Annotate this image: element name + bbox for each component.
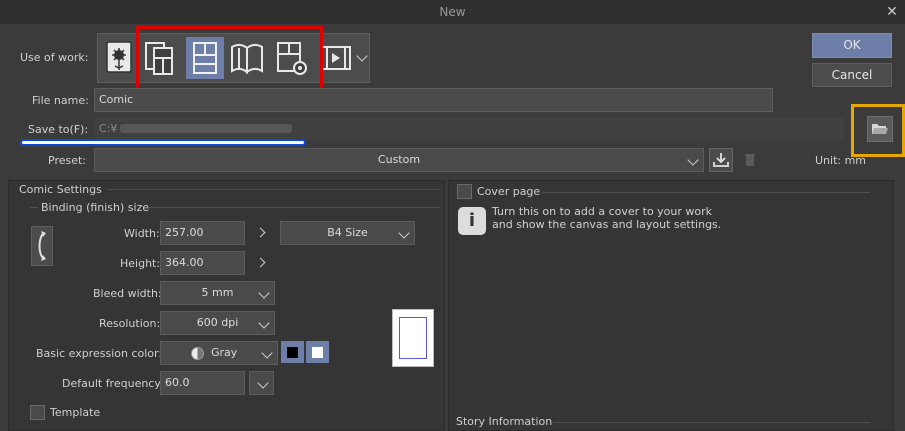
page-preview — [392, 309, 434, 367]
save-to-label: Save to(F): — [28, 123, 89, 136]
resolution-dropdown[interactable]: 600 dpi — [160, 311, 275, 335]
bleed-width-label: Bleed width: — [93, 287, 162, 300]
comic-settings-title: Comic Settings — [19, 183, 102, 196]
expression-color-value: Gray — [211, 346, 238, 359]
section-divider — [542, 192, 870, 193]
info-icon: i — [458, 207, 486, 235]
width-label: Width: — [124, 227, 160, 240]
page-preview-frame — [399, 317, 427, 359]
frequency-dropdown[interactable] — [249, 371, 274, 395]
cover-page-checkbox[interactable] — [457, 184, 472, 199]
highlight-underline-blue — [20, 139, 306, 146]
subsection-divider — [148, 207, 440, 208]
animation-use-button[interactable] — [318, 37, 354, 79]
open-folder-icon — [872, 124, 888, 134]
white-color-button[interactable] — [306, 341, 329, 363]
use-of-work-dropdown[interactable] — [354, 33, 370, 83]
file-name-input[interactable]: Comic — [94, 88, 773, 112]
use-of-work-label: Use of work: — [20, 51, 89, 64]
save-preset-button[interactable] — [709, 148, 733, 172]
illustration-icon — [106, 41, 132, 73]
delete-preset-button[interactable] — [739, 148, 761, 172]
ok-button[interactable]: OK — [812, 33, 892, 58]
size-preset-dropdown[interactable]: B4 Size — [280, 221, 415, 245]
height-input[interactable]: 364.00 — [160, 251, 245, 275]
resolution-value: 600 dpi — [196, 316, 239, 329]
file-name-label: File name: — [32, 94, 89, 107]
size-preset-value: B4 Size — [327, 226, 368, 239]
unit-label: Unit: mm — [815, 154, 867, 167]
save-to-path-text: C:¥ — [99, 122, 118, 135]
default-frequency-label: Default frequency: — [62, 377, 164, 390]
chevron-down-icon — [356, 50, 368, 62]
chevron-down-icon — [258, 287, 270, 299]
download-icon — [713, 153, 729, 167]
close-icon[interactable]: ✕ — [882, 2, 902, 22]
gray-color-icon — [191, 347, 204, 360]
story-information-title: Story Information — [456, 415, 553, 428]
save-to-path-field[interactable]: C:¥ — [94, 117, 844, 141]
subsection-divider-left — [30, 207, 38, 208]
height-label: Height: — [120, 257, 161, 270]
resolution-label: Resolution: — [99, 317, 161, 330]
cover-page-label: Cover page — [477, 185, 541, 198]
chevron-down-icon — [258, 317, 270, 329]
section-divider — [553, 422, 870, 423]
section-divider — [107, 189, 440, 190]
trash-icon — [745, 154, 755, 166]
default-frequency-input[interactable]: 60.0 — [160, 371, 245, 395]
window-title: New — [439, 5, 466, 19]
bleed-width-value: 5 mm — [201, 286, 234, 299]
chevron-down-icon — [261, 347, 273, 359]
illustration-use-button[interactable] — [100, 37, 138, 79]
preset-value: Custom — [377, 153, 421, 166]
redacted-path — [120, 124, 292, 133]
cancel-button[interactable]: Cancel — [812, 63, 892, 87]
template-label: Template — [50, 406, 101, 419]
highlight-box-red — [136, 26, 323, 94]
binding-size-title: Binding (finish) size — [41, 201, 150, 214]
black-color-button[interactable] — [281, 341, 304, 363]
bleed-width-dropdown[interactable]: 5 mm — [160, 281, 275, 305]
template-checkbox[interactable] — [30, 405, 45, 420]
expression-color-label: Basic expression color: — [36, 347, 163, 360]
rotate-arrows-icon — [38, 231, 46, 261]
swap-orientation-button[interactable] — [31, 226, 53, 266]
expression-color-dropdown[interactable]: Gray — [160, 341, 278, 365]
black-swatch — [287, 346, 298, 358]
white-swatch — [312, 346, 323, 358]
browse-folder-button[interactable] — [867, 116, 893, 142]
chevron-down-icon — [257, 377, 269, 389]
film-play-icon — [321, 46, 351, 70]
chevron-down-icon — [398, 227, 410, 239]
preset-label: Preset: — [48, 154, 87, 167]
width-input[interactable]: 257.00 — [160, 221, 245, 245]
cover-page-info-text: Turn this on to add a cover to your work… — [492, 205, 722, 231]
chevron-down-icon — [687, 154, 699, 166]
preset-dropdown[interactable]: Custom — [94, 148, 704, 172]
